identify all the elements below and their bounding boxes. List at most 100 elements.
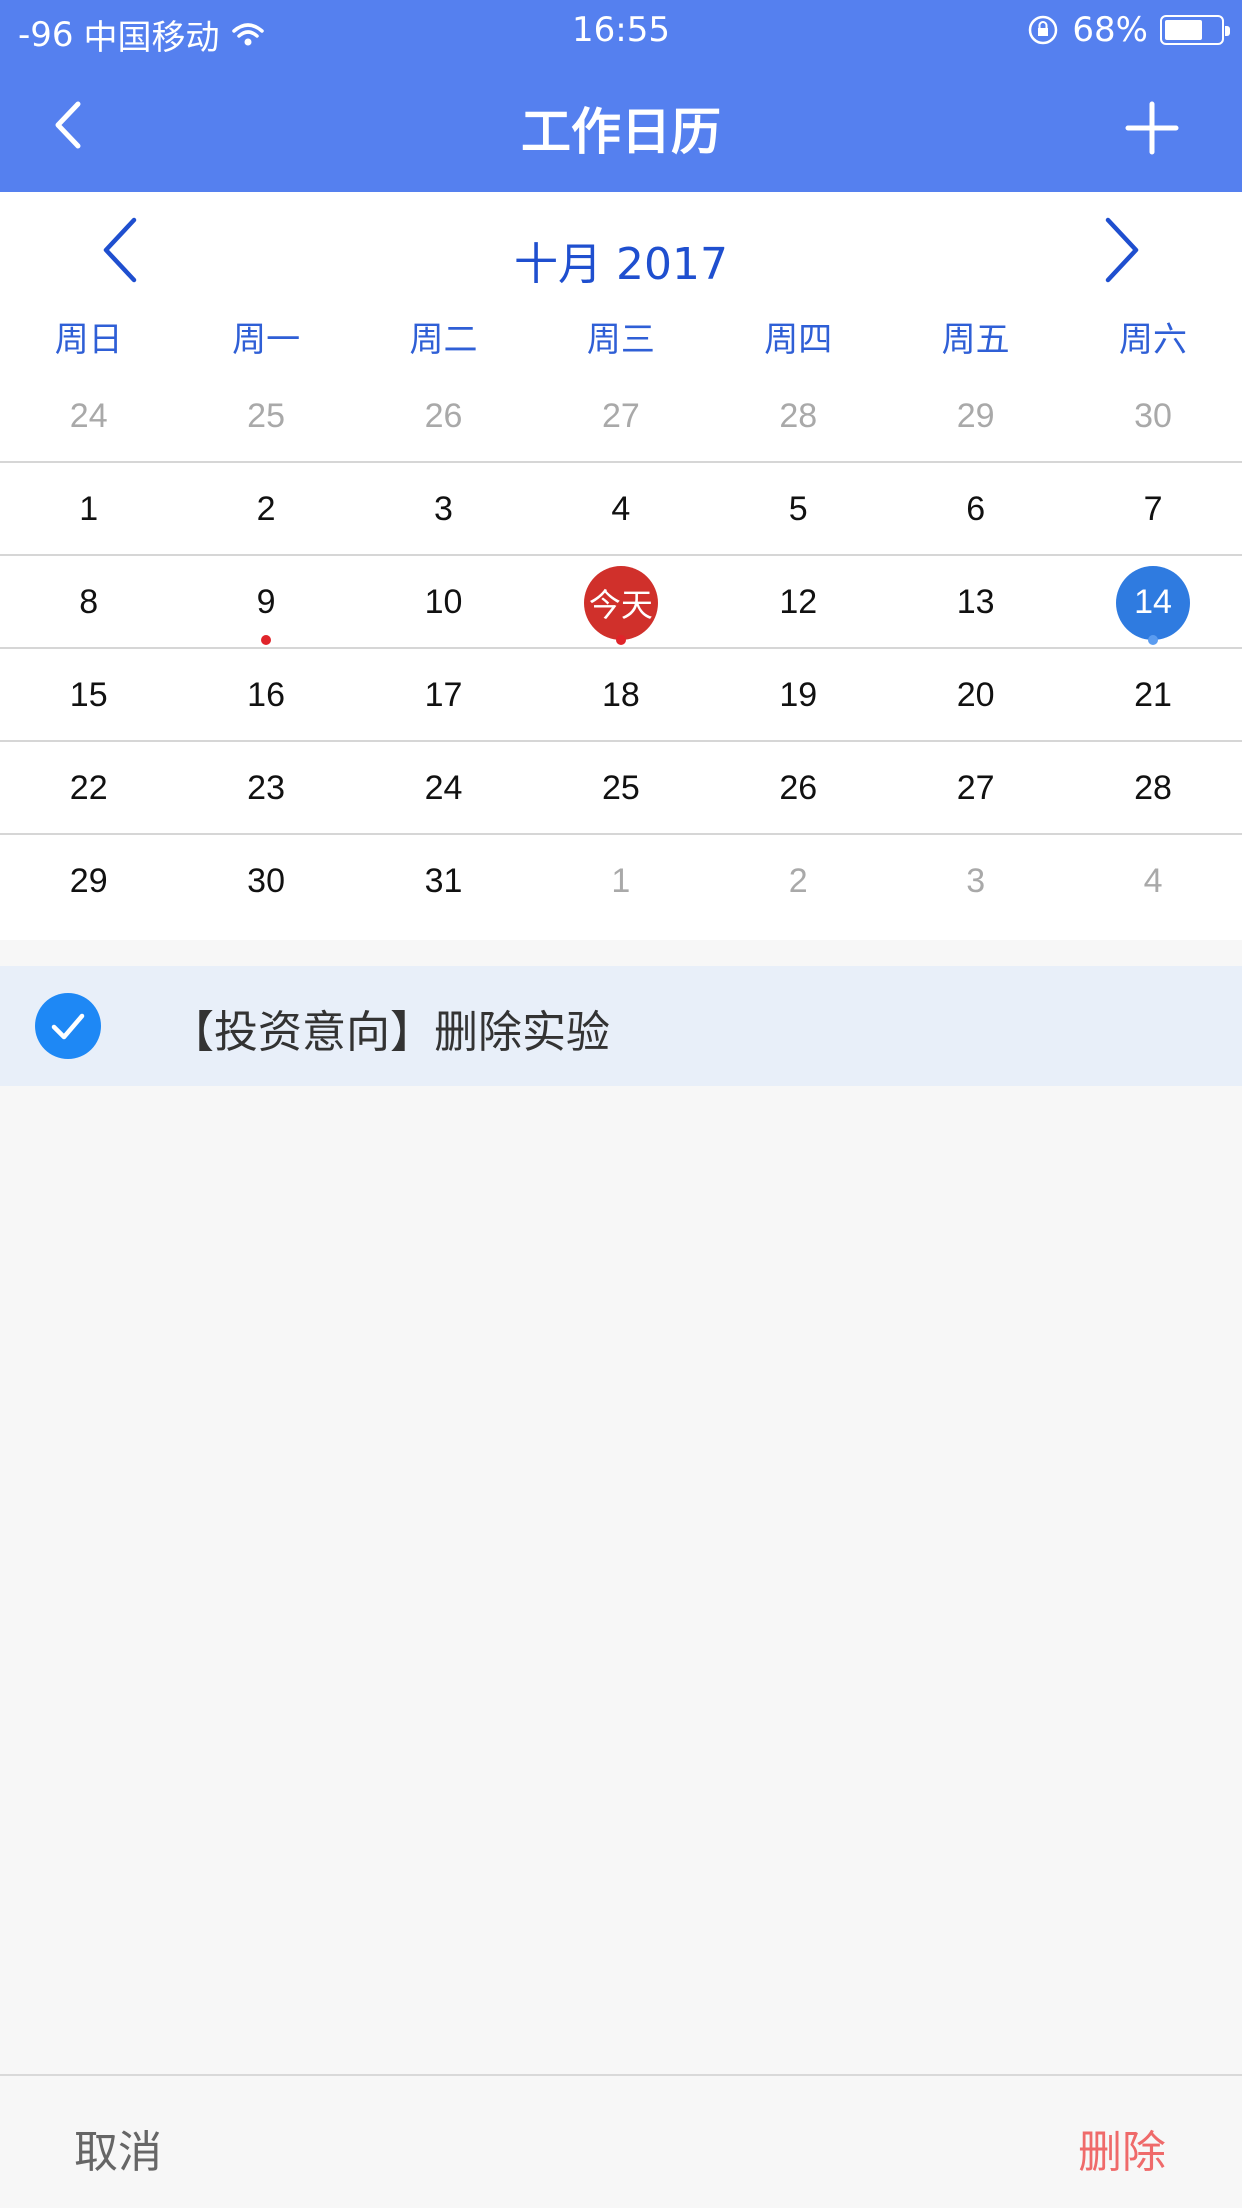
event-title: 【投资意向】删除实验 (170, 1007, 610, 1058)
day-cell[interactable]: 3 (355, 463, 532, 556)
day-cell[interactable]: 23 (177, 742, 354, 835)
weekday-label: 周五 (941, 320, 1010, 360)
week-row: 24 25 26 27 28 29 30 (0, 370, 1242, 463)
day-cell[interactable]: 29 (887, 370, 1064, 463)
battery-fill (1165, 20, 1202, 40)
day-number: 10 (424, 583, 463, 621)
add-icon[interactable] (1122, 98, 1182, 158)
day-cell[interactable]: 27 (532, 370, 709, 463)
day-number: 30 (1134, 397, 1172, 435)
day-number: 16 (247, 676, 285, 714)
day-cell[interactable]: 18 (532, 649, 709, 742)
day-cell[interactable]: 26 (710, 742, 887, 835)
day-cell-selected[interactable]: 14 (1064, 556, 1241, 649)
weekday-label: 周四 (764, 320, 833, 360)
calendar-grid: 24 25 26 27 28 29 30 1 2 3 4 5 6 7 8 9 10 今天 12 13 14 15 16 17 1… (0, 370, 1242, 928)
day-cell[interactable]: 12 (710, 556, 887, 649)
day-cell[interactable]: 27 (887, 742, 1064, 835)
event-item[interactable]: 【投资意向】删除实验 (0, 966, 1242, 1086)
day-number: 13 (956, 583, 995, 621)
day-number: 今天 (583, 565, 658, 640)
day-cell[interactable]: 10 (355, 556, 532, 649)
day-cell[interactable]: 13 (887, 556, 1064, 649)
day-cell[interactable]: 17 (355, 649, 532, 742)
day-number: 29 (956, 397, 995, 435)
day-cell[interactable]: 1 (532, 835, 709, 928)
day-number: 15 (69, 676, 108, 714)
day-cell[interactable]: 24 (0, 370, 177, 463)
day-cell[interactable]: 4 (1064, 835, 1241, 928)
cancel-button[interactable]: 取消 (74, 2116, 162, 2180)
day-cell[interactable]: 31 (355, 835, 532, 928)
day-cell[interactable]: 6 (887, 463, 1064, 556)
weekday-label: 周二 (409, 320, 478, 360)
day-cell[interactable]: 8 (0, 556, 177, 649)
day-cell[interactable]: 30 (1064, 370, 1241, 463)
weekday-header: 周日 周一 周二 周三 周四 周五 周六 (0, 312, 1242, 361)
day-number: 5 (788, 490, 808, 528)
day-cell[interactable]: 5 (710, 463, 887, 556)
event-dot (615, 635, 626, 645)
day-number: 24 (69, 397, 108, 435)
next-month-icon[interactable] (1092, 210, 1152, 290)
day-cell[interactable]: 9 (177, 556, 354, 649)
day-number: 12 (779, 583, 818, 621)
week-row: 29 30 31 1 2 3 4 (0, 835, 1242, 928)
day-cell[interactable]: 24 (355, 742, 532, 835)
battery-percent: 68% (1072, 10, 1148, 50)
day-cell[interactable]: 19 (710, 649, 887, 742)
day-number: 28 (779, 397, 818, 435)
day-cell[interactable]: 25 (177, 370, 354, 463)
weekday-label: 周六 (1119, 320, 1188, 360)
day-number: 14 (1116, 565, 1191, 640)
weekday-label: 周一 (232, 320, 301, 360)
weekday-label: 周三 (586, 320, 655, 360)
day-number: 23 (247, 769, 285, 807)
bottom-action-bar: 取消 删除 (0, 2074, 1242, 2208)
day-number: 26 (424, 397, 463, 435)
day-number: 3 (434, 490, 453, 528)
week-row: 8 9 10 今天 12 13 14 (0, 556, 1242, 649)
day-cell[interactable]: 2 (177, 463, 354, 556)
day-cell[interactable]: 7 (1064, 463, 1241, 556)
day-cell[interactable]: 20 (887, 649, 1064, 742)
day-cell[interactable]: 28 (1064, 742, 1241, 835)
day-cell[interactable]: 15 (0, 649, 177, 742)
calendar: 十月 2017 周日 周一 周二 周三 周四 周五 周六 24 25 26 27 28 29 30 1 2 3… (0, 192, 1242, 940)
day-cell[interactable]: 26 (355, 370, 532, 463)
page-title: 工作日历 (521, 103, 721, 161)
day-number: 27 (601, 397, 640, 435)
day-number: 3 (966, 862, 986, 900)
week-row: 15 16 17 18 19 20 21 (0, 649, 1242, 742)
status-right: 68% (1026, 10, 1230, 50)
day-cell[interactable]: 2 (710, 835, 887, 928)
rotation-lock-icon (1029, 15, 1058, 45)
day-cell[interactable]: 1 (0, 463, 177, 556)
day-number: 7 (1143, 490, 1163, 528)
battery-icon (1160, 15, 1230, 45)
day-number: 21 (1134, 676, 1172, 714)
day-cell[interactable]: 3 (887, 835, 1064, 928)
day-number: 19 (779, 676, 818, 714)
weekday-label: 周日 (54, 320, 123, 360)
day-cell[interactable]: 30 (177, 835, 354, 928)
day-number: 18 (601, 676, 640, 714)
checked-circle-icon[interactable] (34, 992, 102, 1060)
day-cell[interactable]: 29 (0, 835, 177, 928)
day-number: 26 (779, 769, 818, 807)
day-cell[interactable]: 16 (177, 649, 354, 742)
day-cell[interactable]: 25 (532, 742, 709, 835)
delete-button[interactable]: 删除 (1078, 2116, 1166, 2180)
day-cell[interactable]: 21 (1064, 649, 1241, 742)
month-title: 十月 2017 (514, 239, 728, 290)
day-cell[interactable]: 22 (0, 742, 177, 835)
day-number: 20 (956, 676, 995, 714)
day-number: 25 (601, 769, 640, 807)
day-cell[interactable]: 28 (710, 370, 887, 463)
day-number: 29 (69, 862, 108, 900)
day-cell[interactable]: 4 (532, 463, 709, 556)
day-cell-today[interactable]: 今天 (532, 556, 709, 649)
day-number: 1 (79, 490, 99, 528)
status-bar: -96 中国移动 16:55 68% (0, 0, 1242, 62)
day-number: 17 (424, 676, 463, 714)
